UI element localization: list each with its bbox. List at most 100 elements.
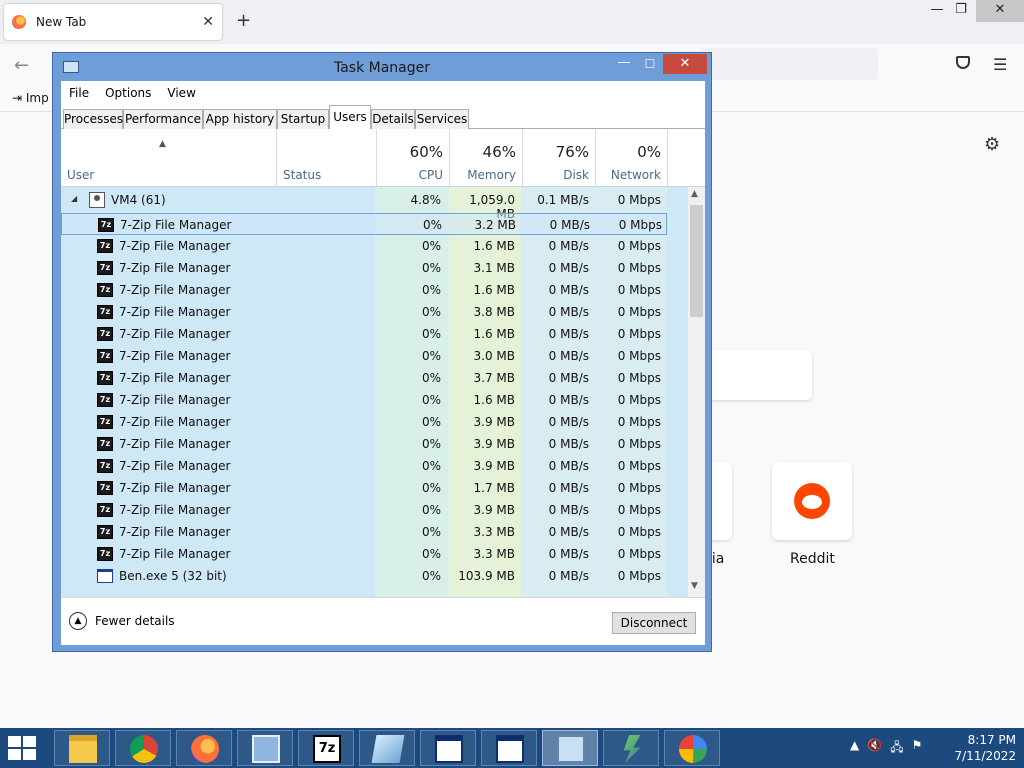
scroll-down-icon[interactable]: ▼: [691, 581, 698, 591]
column-memory[interactable]: 46% Memory: [449, 129, 522, 186]
control-panel-icon: [252, 735, 280, 763]
taskbar-file-explorer-button[interactable]: [54, 730, 110, 766]
taskbar-power-shell-button[interactable]: [603, 730, 659, 766]
clock[interactable]: 8:17 PM 7/11/2022: [944, 732, 1016, 764]
column-network[interactable]: 0% Network: [595, 129, 668, 186]
tab-details[interactable]: Details: [371, 109, 415, 129]
7zip-icon: 7z: [97, 437, 113, 451]
user-network: 0 Mbps: [617, 193, 661, 207]
process-row[interactable]: 7z 7-Zip File Manager 0% 3.9 MB 0 MB/s 0 Mbps: [61, 411, 667, 433]
taskbar-task-manager-button[interactable]: [542, 730, 598, 766]
maximize-button[interactable]: ☐: [637, 55, 663, 75]
process-row[interactable]: 7z 7-Zip File Manager 0% 3.0 MB 0 MB/s 0 Mbps: [61, 345, 667, 367]
disconnect-button[interactable]: Disconnect: [612, 612, 696, 634]
process-row[interactable]: 7z 7-Zip File Manager 0% 3.2 MB 0 MB/s 0 Mbps: [61, 213, 667, 235]
close-tab-icon[interactable]: ✕: [202, 14, 214, 30]
process-disk: 0 MB/s: [548, 503, 589, 517]
import-bookmarks-link[interactable]: ⇥ Imp: [12, 91, 49, 105]
network-icon[interactable]: 🖧: [890, 738, 903, 759]
column-status-label: Status: [283, 168, 322, 182]
taskbar-firefox-button[interactable]: [176, 730, 232, 766]
process-name: 7-Zip File Manager: [119, 305, 231, 319]
new-tab-button[interactable]: +: [236, 10, 251, 31]
fewer-details-link[interactable]: Fewer details: [95, 614, 175, 628]
process-cpu: 0%: [421, 327, 441, 341]
process-cpu: 0%: [421, 525, 441, 539]
process-row[interactable]: 7z 7-Zip File Manager 0% 1.7 MB 0 MB/s 0 Mbps: [61, 477, 667, 499]
process-row[interactable]: 7z 7-Zip File Manager 0% 3.7 MB 0 MB/s 0 Mbps: [61, 367, 667, 389]
taskbar-notepad-button[interactable]: [359, 730, 415, 766]
process-row[interactable]: 7z 7-Zip File Manager 0% 3.8 MB 0 MB/s 0 Mbps: [61, 301, 667, 323]
column-user[interactable]: User: [61, 129, 276, 186]
process-row[interactable]: 7z 7-Zip File Manager 0% 3.9 MB 0 MB/s 0 Mbps: [61, 499, 667, 521]
user-process-list[interactable]: ◢ VM4 (61) 4.8% 1,059.0 MB 0.1 MB/s 0 Mb…: [61, 187, 688, 597]
disk-total: 76%: [555, 143, 589, 161]
chevron-up-icon[interactable]: ▲: [69, 612, 87, 630]
column-headers: ▲ User Status 60% CPU 46% Memory 76% Dis…: [61, 129, 705, 187]
taskbar-window-button[interactable]: [420, 730, 476, 766]
process-row[interactable]: Ben.exe 5 (32 bit) 0% 103.9 MB 0 MB/s 0 Mbps: [61, 565, 667, 587]
process-cpu: 0%: [421, 305, 441, 319]
process-name: 7-Zip File Manager: [119, 525, 231, 539]
process-row[interactable]: 7z 7-Zip File Manager 0% 1.6 MB 0 MB/s 0 Mbps: [61, 323, 667, 345]
gear-icon[interactable]: ⚙: [984, 134, 1000, 155]
process-row[interactable]: 7z 7-Zip File Manager 0% 1.6 MB 0 MB/s 0 Mbps: [61, 235, 667, 257]
taskbar-control-panel-button[interactable]: [237, 730, 293, 766]
process-cpu: 0%: [422, 218, 442, 232]
back-arrow-icon[interactable]: ←: [14, 55, 29, 76]
process-cpu: 0%: [421, 393, 441, 407]
process-row[interactable]: 7z 7-Zip File Manager 0% 3.9 MB 0 MB/s 0 Mbps: [61, 455, 667, 477]
start-button[interactable]: [8, 736, 38, 760]
task-manager-body: File Options View Processes Performance …: [61, 81, 705, 645]
process-row[interactable]: 7z 7-Zip File Manager 0% 1.6 MB 0 MB/s 0 Mbps: [61, 389, 667, 411]
scroll-up-icon[interactable]: ▲: [691, 189, 698, 199]
close-button[interactable]: ✕: [663, 54, 707, 74]
process-row[interactable]: 7z 7-Zip File Manager 0% 3.1 MB 0 MB/s 0 Mbps: [61, 257, 667, 279]
tab-startup[interactable]: Startup: [277, 109, 329, 129]
browser-restore-button[interactable]: ❐: [946, 0, 976, 22]
process-memory: 1.7 MB: [473, 481, 515, 495]
title-bar[interactable]: Task Manager — ☐ ✕: [53, 53, 711, 81]
user-group-row[interactable]: ◢ VM4 (61) 4.8% 1,059.0 MB 0.1 MB/s 0 Mb…: [61, 189, 667, 221]
vertical-scrollbar[interactable]: ▲ ▼: [688, 187, 705, 597]
collapse-icon[interactable]: ◢: [71, 194, 77, 203]
browser-tab-new-tab[interactable]: New Tab ✕: [4, 4, 222, 40]
browser-close-button[interactable]: ✕: [976, 0, 1024, 22]
process-disk: 0 MB/s: [548, 261, 589, 275]
tab-users[interactable]: Users: [329, 105, 371, 130]
menu-view[interactable]: View: [159, 86, 203, 100]
volume-muted-icon[interactable]: 🔇: [867, 738, 882, 759]
taskbar-google-button[interactable]: [664, 730, 720, 766]
minimize-button[interactable]: —: [611, 55, 637, 75]
tab-app-history[interactable]: App history: [203, 109, 277, 129]
action-center-flag-icon[interactable]: ⚑: [912, 738, 923, 759]
top-site-tile-reddit[interactable]: [772, 462, 852, 540]
scroll-thumb[interactable]: [690, 205, 703, 317]
hamburger-menu-icon[interactable]: ☰: [993, 55, 1007, 74]
tab-processes[interactable]: Processes: [63, 109, 123, 129]
process-row[interactable]: 7z 7-Zip File Manager 0% 1.6 MB 0 MB/s 0 Mbps: [61, 279, 667, 301]
column-status[interactable]: Status: [276, 129, 376, 186]
process-row[interactable]: 7z 7-Zip File Manager 0% 3.3 MB 0 MB/s 0 Mbps: [61, 521, 667, 543]
menu-file[interactable]: File: [61, 86, 97, 100]
process-network: 0 Mbps: [617, 525, 661, 539]
7zip-icon: 7z: [97, 349, 113, 363]
column-cpu[interactable]: 60% CPU: [376, 129, 449, 186]
process-disk: 0 MB/s: [548, 481, 589, 495]
process-row[interactable]: 7z 7-Zip File Manager 0% 3.3 MB 0 MB/s 0 Mbps: [61, 543, 667, 565]
column-cpu-label: CPU: [418, 168, 443, 182]
taskbar-7zip-button[interactable]: 7z: [298, 730, 354, 766]
process-row[interactable]: 7z 7-Zip File Manager 0% 3.9 MB 0 MB/s 0 Mbps: [61, 433, 667, 455]
show-hidden-icons-icon[interactable]: ▲: [850, 738, 859, 759]
url-bar[interactable]: [700, 48, 878, 80]
7zip-icon: 7z: [97, 547, 113, 561]
tab-services[interactable]: Services: [415, 109, 469, 129]
firefox-icon: [191, 735, 219, 763]
taskbar-window-button[interactable]: [481, 730, 537, 766]
newtab-search-box[interactable]: [706, 350, 812, 400]
reddit-icon: [794, 483, 830, 519]
taskbar-chrome-button[interactable]: [115, 730, 171, 766]
column-disk[interactable]: 76% Disk: [522, 129, 595, 186]
menu-options[interactable]: Options: [97, 86, 159, 100]
tab-performance[interactable]: Performance: [123, 109, 203, 129]
